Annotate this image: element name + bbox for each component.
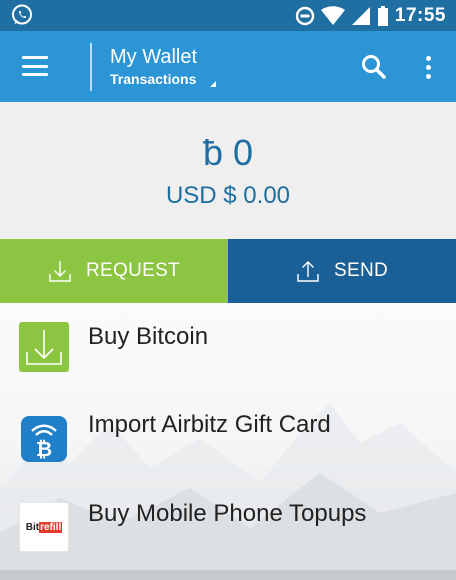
- whatsapp-icon: [12, 4, 32, 25]
- bottom-edge: [0, 570, 456, 580]
- gift-card-thumb: ₿: [19, 414, 69, 464]
- balance-panel[interactable]: ƀ 0 USD $ 0.00: [0, 102, 456, 239]
- app-bar-divider: [90, 43, 92, 91]
- upload-icon: [297, 261, 319, 282]
- svg-text:₿: ₿: [36, 437, 52, 461]
- wallet-selector[interactable]: My Wallet Transactions: [110, 45, 197, 89]
- list-item-phone-topups[interactable]: Bitrefill Buy Mobile Phone Topups: [0, 303, 456, 552]
- dropdown-triangle-icon[interactable]: [210, 81, 216, 87]
- bitcoin-card-icon: ₿: [21, 416, 67, 462]
- status-bar: 17:55: [0, 0, 456, 31]
- list-item-label: Buy Mobile Phone Topups: [88, 500, 367, 527]
- list-item-label: Import Airbitz Gift Card: [88, 411, 331, 438]
- wifi-icon: [320, 5, 345, 25]
- app-bar: My Wallet Transactions: [0, 31, 456, 102]
- bitcoin-balance: ƀ 0: [202, 132, 254, 173]
- wallet-title: My Wallet: [110, 46, 198, 68]
- send-button[interactable]: SEND: [228, 239, 456, 303]
- status-time: 17:55: [394, 4, 446, 26]
- wallet-subtitle: Transactions: [110, 71, 197, 87]
- action-bar: REQUEST SEND: [0, 239, 456, 303]
- menu-icon[interactable]: [20, 53, 50, 79]
- download-icon: [49, 261, 71, 282]
- bitrefill-logo-text-2: refill: [39, 521, 63, 533]
- send-label: SEND: [334, 260, 388, 281]
- fiat-balance: USD $ 0.00: [165, 182, 291, 209]
- battery-icon: [377, 5, 388, 26]
- bitrefill-logo-text-1: Bit: [25, 521, 40, 533]
- bitrefill-logo: Bitrefill: [19, 502, 69, 552]
- do-not-disturb-icon: [295, 6, 315, 25]
- more-vert-icon[interactable]: [414, 51, 442, 83]
- plugin-list: Buy Bitcoin ₿ Import Airbitz Gift Card B…: [0, 303, 456, 580]
- search-icon[interactable]: [360, 53, 388, 81]
- request-label: REQUEST: [86, 260, 180, 281]
- request-button[interactable]: REQUEST: [0, 239, 228, 303]
- cell-signal-icon: [351, 6, 370, 25]
